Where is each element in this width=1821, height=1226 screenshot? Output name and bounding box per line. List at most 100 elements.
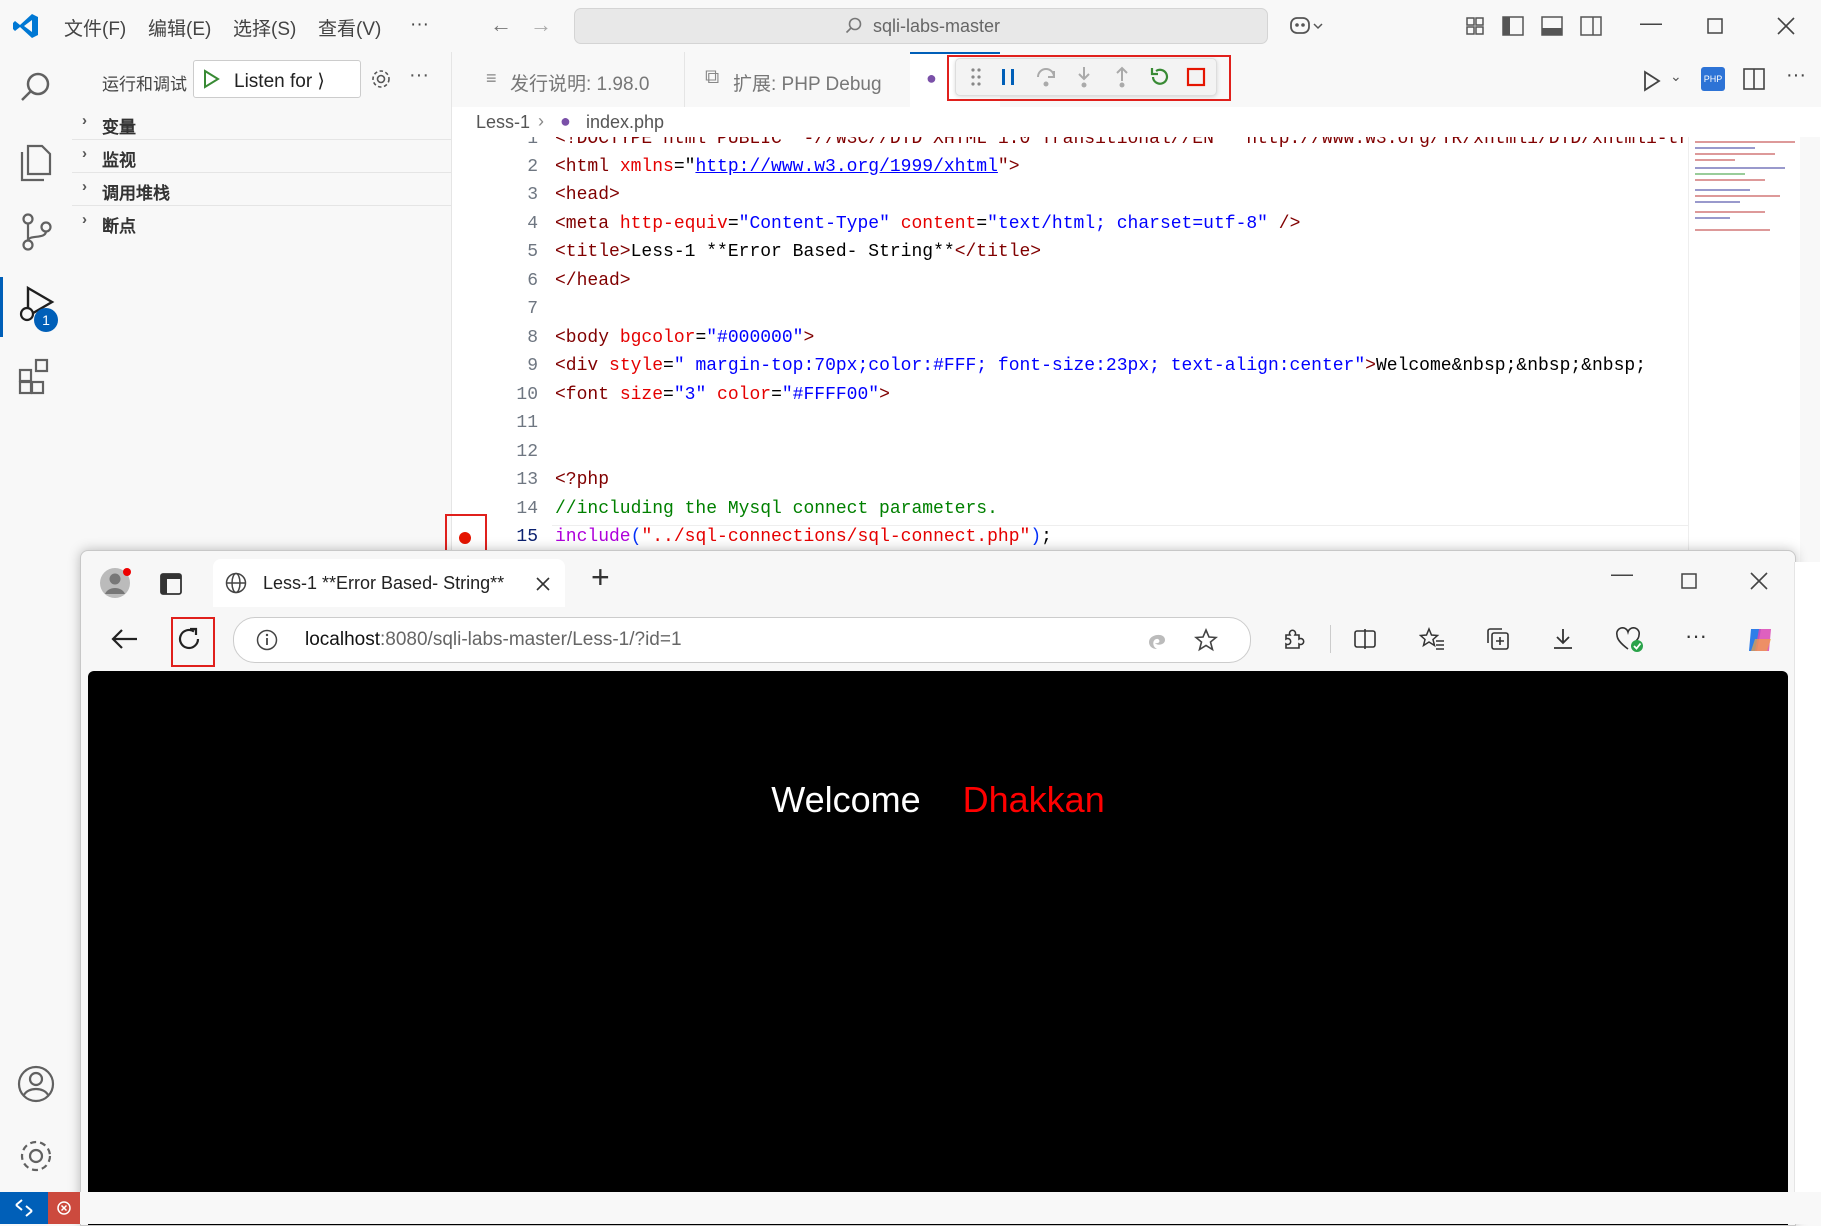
gear-icon[interactable]	[370, 68, 392, 90]
code-line-13: <?php	[555, 470, 610, 490]
breadcrumb-file[interactable]: index.php	[586, 112, 664, 133]
chevron-down-icon[interactable]: ⌄	[1670, 68, 1682, 85]
more-actions-icon[interactable]: ···	[1786, 64, 1806, 87]
section-call-stack[interactable]: › 调用堆栈	[72, 172, 451, 206]
downloads-icon[interactable]	[1551, 627, 1575, 651]
menu-edit[interactable]: 编辑(E)	[148, 14, 211, 41]
command-center-label: sqli-labs-master	[873, 16, 1001, 36]
copilot-icon[interactable]	[1288, 14, 1324, 38]
line-number: 8	[527, 328, 538, 348]
split-screen-icon[interactable]	[1353, 627, 1377, 651]
collections-icon[interactable]	[1486, 627, 1510, 651]
code-line-10: <font size="3" color="#FFFF00">	[555, 385, 890, 405]
chevron-right-icon: ›	[82, 145, 87, 162]
globe-icon	[225, 572, 247, 594]
php-file-icon: ●	[926, 68, 937, 88]
run-icon[interactable]	[1642, 70, 1662, 92]
browser-tab[interactable]: Less-1 **Error Based- String**	[213, 559, 565, 607]
favorite-star-icon[interactable]	[1194, 628, 1218, 652]
minimap-line	[1695, 217, 1730, 219]
browser-essentials-icon[interactable]	[1616, 627, 1644, 653]
more-menu-icon[interactable]: ···	[1685, 623, 1707, 649]
browser-close-icon[interactable]	[1750, 572, 1768, 590]
split-editor-icon[interactable]	[1743, 68, 1765, 90]
settings-gear-icon[interactable]	[14, 1134, 58, 1178]
section-breakpoints[interactable]: › 断点	[72, 205, 451, 238]
tab-php-debug-extension[interactable]: ⧉ 扩展: PHP Debug	[684, 52, 911, 107]
source-control-icon[interactable]	[14, 210, 58, 254]
welcome-text: Welcome	[771, 779, 921, 820]
code-line-4: <meta http-equiv="Content-Type" content=…	[555, 214, 1301, 234]
browser-maximize-icon[interactable]	[1681, 573, 1697, 589]
start-debugging-icon[interactable]	[202, 69, 220, 89]
menu-more[interactable]: ···	[410, 14, 429, 36]
tab-actions-icon[interactable]	[160, 573, 182, 595]
back-arrow-icon[interactable]: ←	[490, 12, 512, 38]
extensions-puzzle-icon[interactable]	[1281, 627, 1305, 651]
section-watch[interactable]: › 监视	[72, 139, 451, 173]
extension-icon: ⧉	[705, 66, 720, 88]
dhakkan-text: Dhakkan	[962, 779, 1105, 820]
menu-file[interactable]: 文件(F)	[64, 14, 126, 41]
menu-selection[interactable]: 选择(S)	[233, 14, 296, 41]
more-actions-icon[interactable]: ···	[409, 64, 429, 87]
browser-page-content: Welcome Dhakkan	[88, 671, 1788, 1225]
customize-layout-icon[interactable]	[1465, 16, 1485, 36]
address-bar[interactable]: localhost:8080/sqli-labs-master/Less-1/?…	[233, 617, 1251, 663]
toggle-primary-sidebar-icon[interactable]	[1502, 16, 1524, 36]
php-file-icon: ●	[560, 111, 571, 131]
code-line-2: <html xmlns="http://www.w3.org/1999/xhtm…	[555, 157, 1020, 177]
new-tab-icon[interactable]: +	[591, 559, 610, 596]
close-icon[interactable]	[1777, 17, 1795, 35]
minimize-icon[interactable]: —	[1640, 10, 1662, 36]
browser-minimize-icon[interactable]: —	[1611, 561, 1633, 587]
maximize-icon[interactable]	[1707, 18, 1723, 34]
code-line-3: <head>	[555, 185, 620, 205]
explorer-icon[interactable]	[14, 140, 58, 184]
breadcrumb-folder[interactable]: Less-1	[476, 112, 530, 133]
editor-edge	[1794, 562, 1821, 1192]
browser-window: Less-1 **Error Based- String** + — local…	[80, 550, 1796, 1226]
read-aloud-icon[interactable]	[1145, 628, 1169, 652]
tab-release-notes[interactable]: ≡ 发行说明: 1.98.0	[462, 52, 684, 107]
toggle-secondary-sidebar-icon[interactable]	[1580, 16, 1602, 36]
site-info-icon[interactable]	[256, 629, 278, 651]
menu-view[interactable]: 查看(V)	[318, 14, 381, 41]
line-number: 12	[516, 442, 538, 462]
line-number: 1	[527, 137, 538, 149]
code-line-8: <body bgcolor="#000000">	[555, 328, 815, 348]
account-icon[interactable]	[14, 1062, 58, 1106]
line-number: 10	[516, 385, 538, 405]
remote-indicator[interactable]	[0, 1192, 48, 1224]
code-editor[interactable]: 1 2 3 4 5 6 7 8 9 10 11 12 13 14 15 <!DO…	[452, 137, 1821, 562]
command-center-search[interactable]: sqli-labs-master	[574, 8, 1268, 44]
extensions-icon[interactable]	[14, 354, 58, 398]
minimap-line	[1695, 179, 1765, 181]
scrollbar[interactable]	[1800, 137, 1820, 562]
back-arrow-icon[interactable]	[111, 627, 139, 651]
active-view-indicator	[0, 277, 3, 337]
close-tab-icon[interactable]	[536, 577, 550, 591]
minimap-line	[1695, 189, 1750, 191]
minimap-line	[1695, 173, 1745, 175]
search-icon[interactable]	[14, 66, 58, 110]
status-bar	[0, 1192, 1821, 1224]
line-number: 9	[527, 356, 538, 376]
php-preview-icon[interactable]: PHP	[1701, 67, 1725, 91]
debug-status[interactable]	[48, 1192, 80, 1224]
activity-bar: 1	[0, 52, 73, 1192]
profile-avatar-icon[interactable]	[99, 567, 131, 599]
minimap-line	[1695, 229, 1770, 231]
code-line-6: </head>	[555, 271, 631, 291]
highlight-refresh	[171, 617, 215, 667]
code-line-1: <!DOCTYPE html PUBLIC "-//W3C//DTD XHTML…	[555, 137, 1821, 149]
line-number: 11	[516, 413, 538, 433]
sidebar-title: 运行和调试	[102, 75, 187, 94]
forward-arrow-icon[interactable]: →	[530, 12, 552, 38]
toggle-panel-icon[interactable]	[1541, 16, 1563, 36]
section-variables[interactable]: › 变量	[72, 106, 451, 140]
debug-config-select[interactable]: Listen for ⟩	[193, 60, 361, 98]
copilot-logo-icon[interactable]	[1745, 625, 1775, 655]
minimap[interactable]	[1688, 137, 1801, 562]
favorites-icon[interactable]	[1419, 627, 1445, 651]
